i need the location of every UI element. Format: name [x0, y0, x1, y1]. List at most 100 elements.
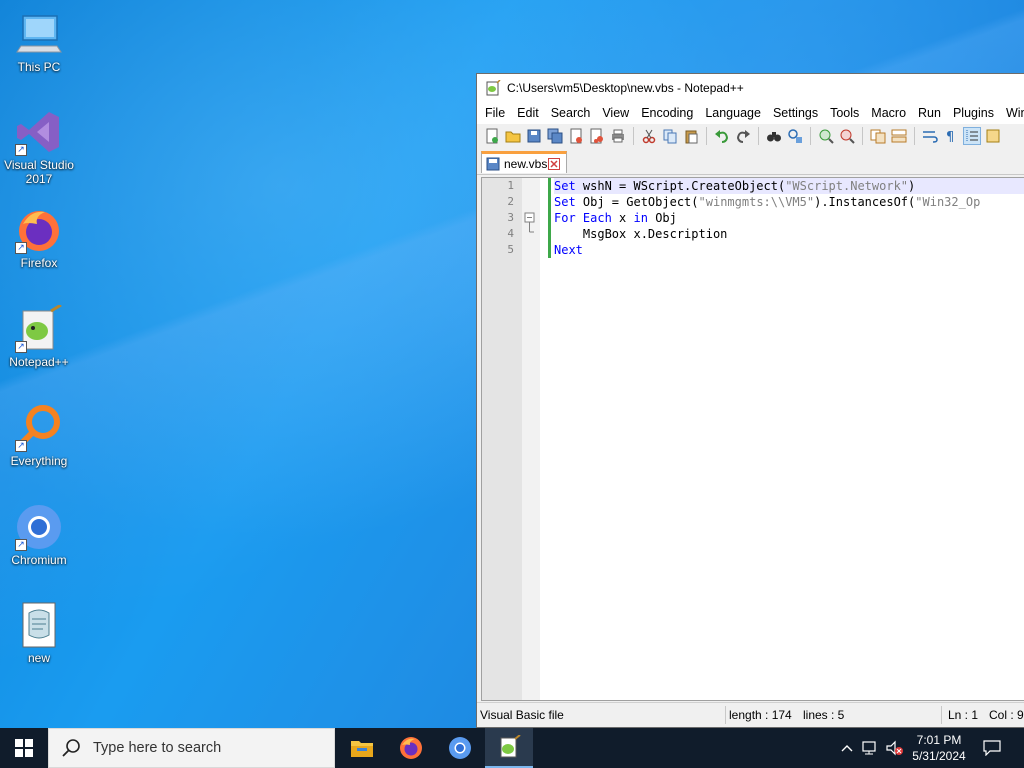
menu-view[interactable]: View — [596, 106, 635, 120]
cut-button[interactable] — [640, 127, 658, 145]
file-explorer-icon — [351, 741, 373, 757]
menu-window[interactable]: Wind — [1000, 106, 1024, 120]
menu-file[interactable]: File — [479, 106, 511, 120]
user-language-button[interactable] — [984, 127, 1002, 145]
title-bar[interactable]: C:\Users\vm5\Desktop\new.vbs - Notepad++ — [477, 74, 1024, 102]
code-keyword: in — [633, 211, 648, 225]
menu-settings[interactable]: Settings — [767, 106, 824, 120]
status-bar: Visual Basic file length : 174 lines : 5… — [477, 702, 1024, 727]
desktop-icon-visual-studio[interactable]: ↗ Visual Studio 2017 — [0, 108, 78, 186]
toolbar-separator — [758, 127, 759, 145]
desktop-icon-label: Chromium — [11, 553, 67, 567]
desktop-icon-new-vbs[interactable]: new — [0, 601, 78, 665]
status-separator — [725, 706, 726, 724]
taskbar-chromium[interactable] — [436, 728, 484, 768]
desktop-icon-firefox[interactable]: ↗ Firefox — [0, 206, 78, 270]
undo-icon — [715, 130, 729, 143]
paste-icon — [685, 130, 698, 144]
desktop-icon-everything[interactable]: ↗ Everything — [0, 404, 78, 468]
toolbar-separator — [914, 127, 915, 145]
save-all-button[interactable] — [546, 127, 564, 145]
clock-date: 5/31/2024 — [912, 749, 966, 763]
zoom-in-icon — [819, 129, 834, 144]
close-tab-icon[interactable] — [548, 157, 560, 170]
search-icon — [62, 739, 80, 757]
desktop-icon-notepadpp[interactable]: ↗ Notepad++ — [0, 303, 78, 369]
desktop-icon-label: This PC — [17, 60, 61, 74]
redo-button[interactable] — [734, 127, 752, 145]
user-language-icon — [986, 129, 1000, 143]
menu-edit[interactable]: Edit — [511, 106, 545, 120]
everything-icon: ↗ — [15, 404, 63, 452]
network-tray-button[interactable] — [860, 728, 882, 768]
save-all-icon — [547, 128, 563, 144]
menu-search[interactable]: Search — [545, 106, 597, 120]
shortcut-arrow-icon: ↗ — [15, 440, 27, 452]
print-button[interactable] — [609, 127, 627, 145]
start-button[interactable] — [0, 728, 48, 768]
taskbar-search-box[interactable] — [48, 728, 335, 768]
paste-button[interactable] — [682, 127, 700, 145]
zoom-out-button[interactable] — [838, 127, 856, 145]
shortcut-arrow-icon: ↗ — [15, 144, 27, 156]
copy-button[interactable] — [661, 127, 679, 145]
tab-bar: new.vbs — [477, 148, 1024, 175]
open-file-button[interactable] — [504, 127, 522, 145]
code-line: MsgBox x.Description — [554, 226, 1024, 242]
toolbar-separator — [633, 127, 634, 145]
line-number-gutter: 1 2 3 4 5 — [482, 178, 522, 700]
line-number: 3 — [507, 211, 514, 224]
find-button[interactable] — [765, 127, 783, 145]
menu-macro[interactable]: Macro — [865, 106, 912, 120]
code-string: "WScript.Network" — [785, 179, 909, 193]
code-line: For Each x in Obj — [554, 210, 1024, 226]
code-text-span: Obj — [647, 211, 677, 225]
search-input[interactable] — [91, 739, 315, 757]
fold-margin — [522, 178, 540, 700]
menu-plugins[interactable]: Plugins — [947, 106, 1000, 120]
code-keyword: For — [554, 211, 576, 225]
menu-language[interactable]: Language — [699, 106, 767, 120]
close-all-icon — [590, 128, 603, 144]
word-wrap-button[interactable] — [921, 127, 939, 145]
line-number: 5 — [507, 243, 514, 256]
windows-logo-icon — [15, 739, 33, 757]
show-all-chars-button[interactable]: ¶ — [942, 127, 960, 145]
code-editor[interactable]: 1 2 3 4 5 Set wshN = WScript.CreateObjec… — [481, 177, 1024, 701]
taskbar-notepadpp[interactable] — [485, 728, 533, 768]
chromium-icon — [449, 737, 471, 759]
desktop-icon-chromium[interactable]: ↗ Chromium — [0, 503, 78, 567]
taskbar-file-explorer[interactable] — [338, 728, 386, 768]
code-text-span: x — [611, 211, 634, 225]
sync-vertical-button[interactable] — [869, 127, 887, 145]
tab-new-vbs[interactable]: new.vbs — [481, 151, 567, 173]
notepadpp-app-icon — [486, 80, 501, 96]
notepadpp-window[interactable]: C:\Users\vm5\Desktop\new.vbs - Notepad++… — [476, 73, 1024, 728]
menu-run[interactable]: Run — [912, 106, 947, 120]
open-folder-icon — [505, 131, 521, 143]
close-button[interactable] — [567, 127, 585, 145]
zoom-in-button[interactable] — [817, 127, 835, 145]
desktop-icon-this-pc[interactable]: This PC — [0, 10, 78, 74]
undo-button[interactable] — [713, 127, 731, 145]
taskbar-firefox[interactable] — [387, 728, 435, 768]
action-center-button[interactable] — [980, 728, 1004, 768]
close-all-button[interactable] — [588, 127, 606, 145]
sync-horizontal-button[interactable] — [890, 127, 908, 145]
code-string: "Win32_Op — [915, 195, 981, 209]
save-button[interactable] — [525, 127, 543, 145]
scissors-icon — [642, 129, 656, 144]
replace-button[interactable] — [786, 127, 804, 145]
word-wrap-icon — [923, 131, 938, 143]
toolbar-separator — [810, 127, 811, 145]
taskbar-clock[interactable]: 7:01 PM 5/31/2024 — [900, 728, 978, 768]
shortcut-arrow-icon: ↗ — [15, 539, 27, 551]
indent-guide-button[interactable] — [963, 127, 981, 145]
show-hidden-icons-button[interactable] — [838, 728, 856, 768]
new-file-button[interactable] — [483, 127, 501, 145]
menu-tools[interactable]: Tools — [824, 106, 865, 120]
status-column: Col : 9 — [989, 708, 1024, 722]
toolbar: ¶ — [477, 124, 1024, 148]
menu-encoding[interactable]: Encoding — [635, 106, 699, 120]
copy-icon — [663, 129, 677, 144]
